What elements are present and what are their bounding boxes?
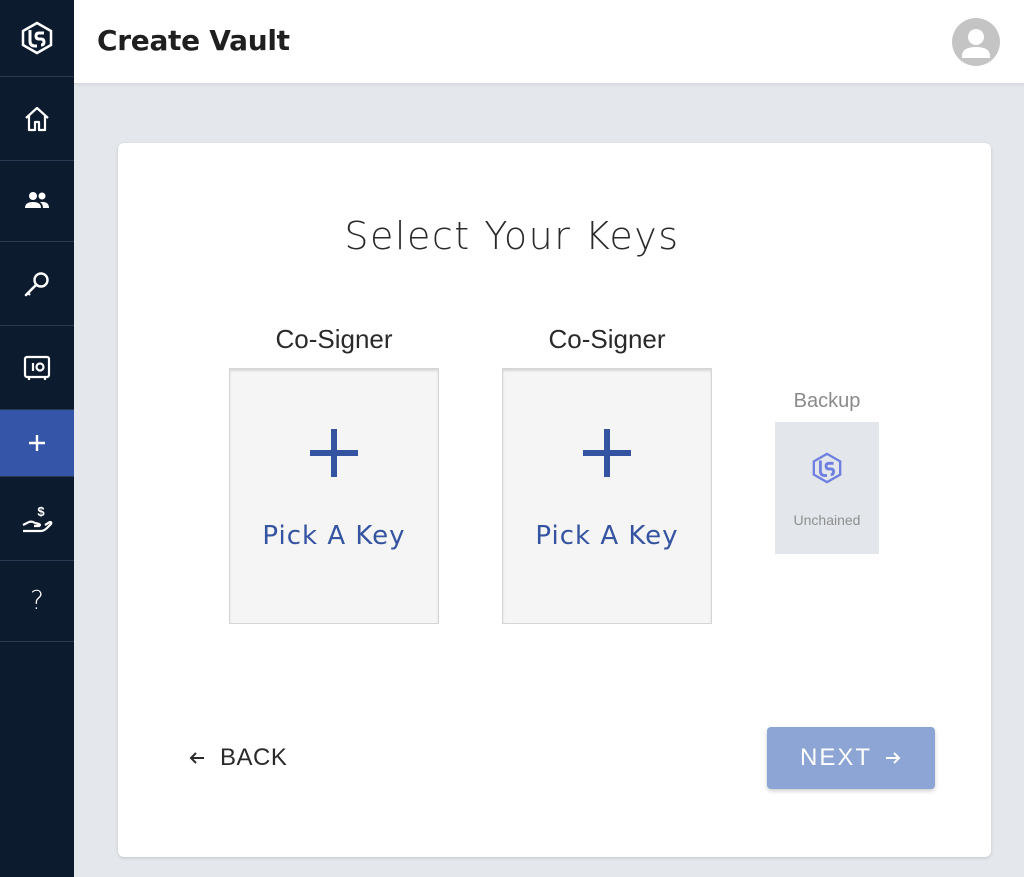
arrow-left-icon [189,752,204,764]
sidebar: $ ? [0,0,74,877]
plus-icon [310,429,358,477]
backup-key-name: Unchained [793,512,861,528]
sidebar-item-help[interactable]: ? [0,561,74,642]
back-button[interactable]: BACK [188,742,287,774]
sidebar-item-vaults[interactable] [0,326,74,410]
hand-dollar-icon: $ [22,504,53,532]
vault-icon [23,355,51,380]
pick-key-label: Pick A Key [262,521,406,551]
slot-role-label: Co-Signer [275,324,393,354]
sidebar-item-create-vault[interactable] [0,410,74,477]
pick-key-slot-1[interactable]: Pick A Key [229,368,439,624]
key-icon [24,271,49,296]
card-title: Select Your Keys [344,214,680,258]
back-label: BACK [220,744,288,771]
home-icon [25,106,49,131]
next-button[interactable]: NEXT [767,727,935,789]
help-icon: ? [30,586,44,616]
plus-icon [29,435,45,451]
arrow-right-icon [886,752,901,764]
unchained-logo-icon [21,21,53,55]
pick-key-slot-2[interactable]: Pick A Key [502,368,712,624]
backup-key-card: Unchained [775,422,879,554]
slot-role-label: Co-Signer [548,324,666,354]
page-title: Create Vault [97,24,290,57]
sidebar-item-home[interactable] [0,77,74,161]
users-icon [25,192,49,208]
top-header: Create Vault [74,0,1024,84]
avatar[interactable] [952,18,1000,66]
unchained-logo-icon [812,452,842,484]
backup-role-label: Backup [793,390,861,412]
user-avatar-icon [962,29,990,58]
next-label: NEXT [799,744,872,771]
svg-text:$: $ [37,504,45,519]
pick-key-label: Pick A Key [535,521,679,551]
app-logo[interactable] [0,0,74,77]
sidebar-item-payments[interactable]: $ [0,477,74,561]
plus-icon [583,429,631,477]
